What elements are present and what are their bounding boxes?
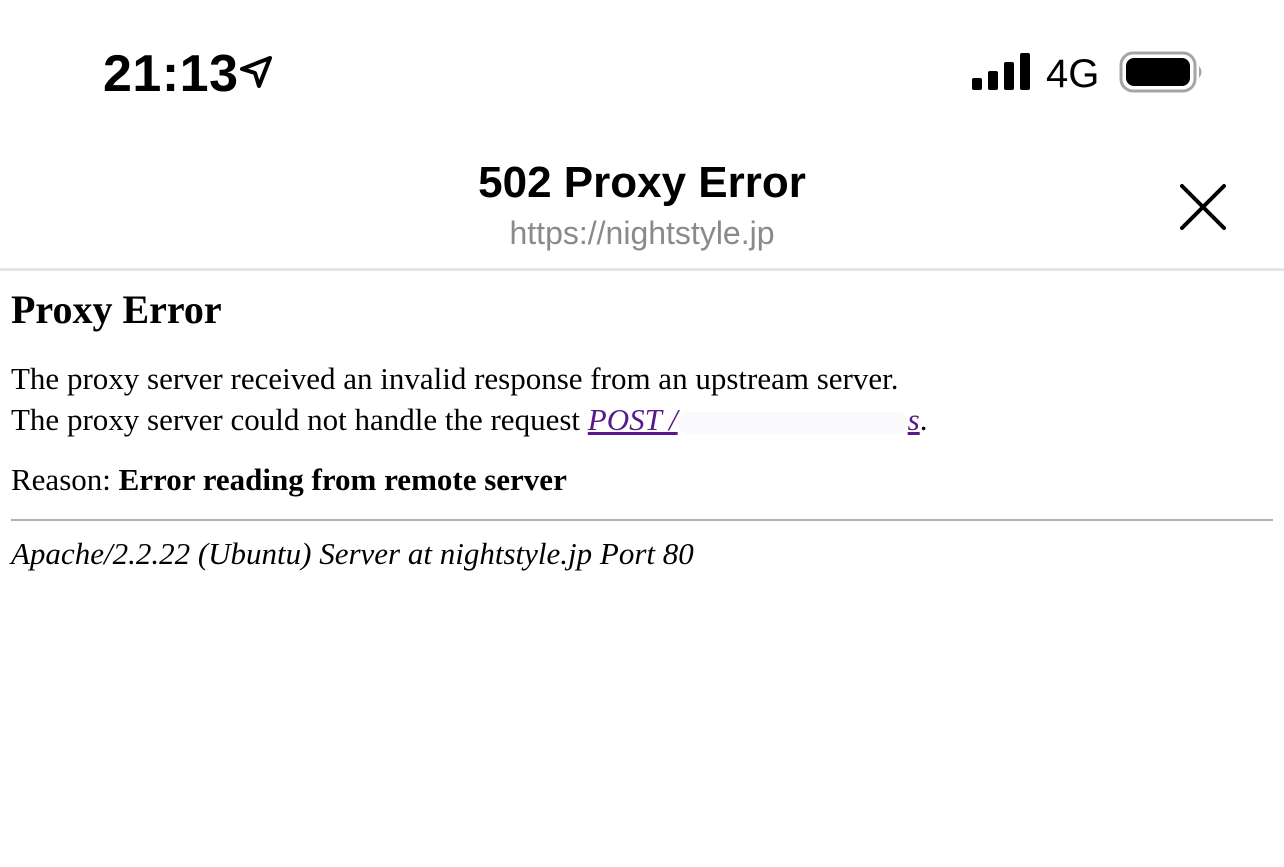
error-reason: Reason: Error reading from remote server (11, 459, 1273, 500)
status-time: 21:13 (103, 45, 239, 103)
close-icon (1180, 184, 1226, 230)
signal-bars-icon (972, 52, 1034, 92)
request-link-start: POST / (587, 402, 678, 437)
page-url: https://nightstyle.jp (509, 215, 775, 251)
error-line-2-prefix: The proxy server could not handle the re… (11, 402, 588, 437)
page-title: 502 Proxy Error (478, 158, 806, 207)
error-description: The proxy server received an invalid res… (11, 358, 1273, 440)
status-bar: 21:13 4G (0, 0, 1284, 140)
header-divider (0, 268, 1284, 271)
error-line-1: The proxy server received an invalid res… (11, 361, 899, 396)
request-link[interactable]: POST / s (588, 402, 920, 437)
browser-header: 502 Proxy Error https://nightstyle.jp (0, 140, 1284, 270)
battery-icon (1119, 50, 1205, 96)
request-link-end: s (907, 402, 920, 437)
redacted-region (677, 411, 908, 434)
close-button[interactable] (1172, 176, 1234, 238)
horizontal-rule (11, 519, 1273, 521)
server-signature: Apache/2.2.22 (Ubuntu) Server at nightst… (11, 536, 694, 571)
reason-label: Reason: (11, 462, 119, 497)
error-page-content: Proxy Error The proxy server received an… (11, 284, 1273, 574)
network-type: 4G (1046, 52, 1100, 96)
reason-text: Error reading from remote server (118, 462, 567, 497)
error-heading: Proxy Error (11, 287, 222, 332)
location-arrow-icon (236, 52, 276, 92)
error-line-2-suffix: . (919, 402, 928, 437)
